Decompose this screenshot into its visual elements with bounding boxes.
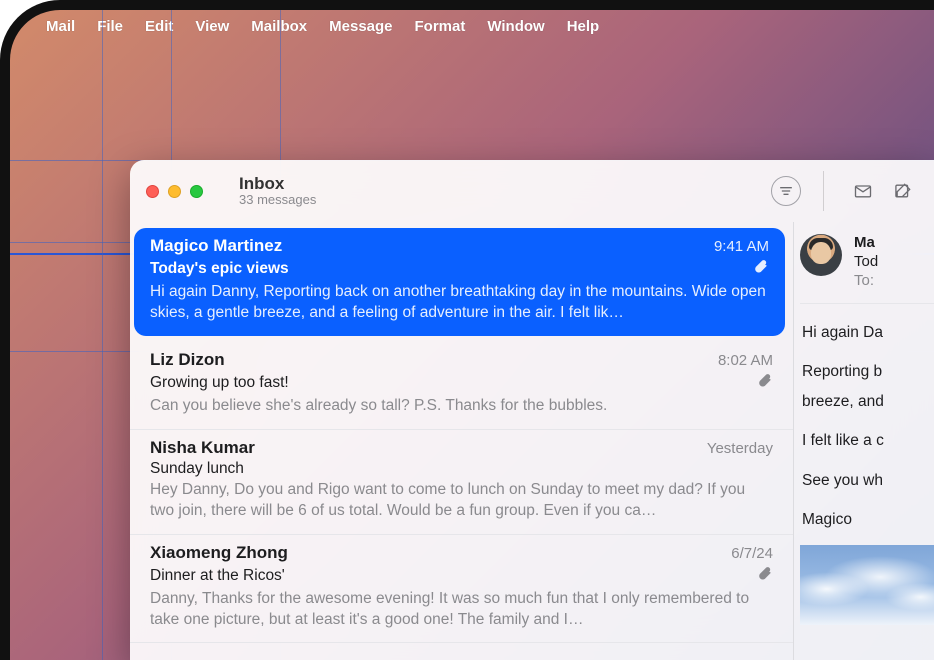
attachment-icon bbox=[756, 372, 773, 394]
reader-line: See you wh bbox=[802, 466, 934, 495]
reader-attachment-image[interactable] bbox=[800, 545, 934, 625]
message-sender: Liz Dizon bbox=[150, 350, 718, 370]
mail-window: Inbox 33 messages Magico Martinez 9:41 bbox=[130, 160, 934, 660]
menu-app[interactable]: Mail bbox=[46, 18, 75, 35]
compose-icon bbox=[893, 181, 913, 201]
get-mail-button[interactable] bbox=[848, 176, 878, 206]
message-sender: Magico Martinez bbox=[150, 236, 714, 256]
zoom-button[interactable] bbox=[190, 185, 203, 198]
attachment-icon bbox=[756, 565, 773, 587]
menu-view[interactable]: View bbox=[195, 18, 229, 35]
window-title: Inbox 33 messages bbox=[239, 174, 316, 208]
reader-body: Hi again Da Reporting b breeze, and I fe… bbox=[800, 304, 934, 535]
menu-message[interactable]: Message bbox=[329, 18, 392, 35]
message-time: 8:02 AM bbox=[718, 352, 773, 369]
avatar bbox=[800, 234, 842, 276]
message-row[interactable]: Liz Dizon 8:02 AM Growing up too fast! C… bbox=[130, 342, 793, 430]
message-preview: Hey Danny, Do you and Rigo want to come … bbox=[150, 480, 773, 522]
mailbox-name: Inbox bbox=[239, 174, 316, 194]
menu-format[interactable]: Format bbox=[415, 18, 466, 35]
message-subject: Sunday lunch bbox=[150, 460, 773, 478]
message-time: Yesterday bbox=[707, 440, 773, 457]
reader-line: I felt like a c bbox=[802, 426, 934, 455]
reader-line: breeze, and bbox=[802, 387, 934, 416]
reader-from: Ma bbox=[854, 234, 878, 251]
message-subject: Growing up too fast! bbox=[150, 374, 756, 392]
titlebar: Inbox 33 messages bbox=[130, 160, 934, 222]
message-row[interactable]: Magico Martinez 9:41 AM Today's epic vie… bbox=[134, 228, 785, 336]
message-time: 6/7/24 bbox=[731, 545, 773, 562]
attachment-icon bbox=[752, 258, 769, 280]
message-time: 9:41 AM bbox=[714, 238, 769, 255]
message-preview: Danny, Thanks for the awesome evening! I… bbox=[150, 589, 773, 631]
reader-line: Reporting b bbox=[802, 357, 934, 386]
reader-subject: Tod bbox=[854, 253, 878, 270]
window-controls bbox=[146, 185, 203, 198]
message-count: 33 messages bbox=[239, 193, 316, 208]
envelope-icon bbox=[853, 181, 873, 201]
message-sender: Nisha Kumar bbox=[150, 438, 707, 458]
filter-icon bbox=[776, 181, 796, 201]
compose-button[interactable] bbox=[888, 176, 918, 206]
message-row[interactable]: Xiaomeng Zhong 6/7/24 Dinner at the Rico… bbox=[130, 535, 793, 644]
minimize-button[interactable] bbox=[168, 185, 181, 198]
filter-button[interactable] bbox=[771, 176, 801, 206]
reader-to: To: bbox=[854, 272, 878, 289]
menubar: Mail File Edit View Mailbox Message Form… bbox=[10, 10, 934, 42]
reader-line: Magico bbox=[802, 505, 934, 534]
message-list[interactable]: Magico Martinez 9:41 AM Today's epic vie… bbox=[130, 222, 794, 660]
menu-edit[interactable]: Edit bbox=[145, 18, 173, 35]
message-preview: Hi again Danny, Reporting back on anothe… bbox=[150, 282, 769, 324]
message-sender: Xiaomeng Zhong bbox=[150, 543, 731, 563]
menu-help[interactable]: Help bbox=[567, 18, 600, 35]
message-row[interactable]: Nisha Kumar Yesterday Sunday lunch Hey D… bbox=[130, 430, 793, 535]
close-button[interactable] bbox=[146, 185, 159, 198]
message-subject: Dinner at the Ricos' bbox=[150, 567, 756, 585]
message-reader: Ma Tod To: Hi again Da Reporting b breez… bbox=[794, 222, 934, 660]
message-subject: Today's epic views bbox=[150, 260, 752, 278]
menu-window[interactable]: Window bbox=[487, 18, 544, 35]
message-preview: Can you believe she's already so tall? P… bbox=[150, 396, 773, 417]
reader-line: Hi again Da bbox=[802, 318, 934, 347]
